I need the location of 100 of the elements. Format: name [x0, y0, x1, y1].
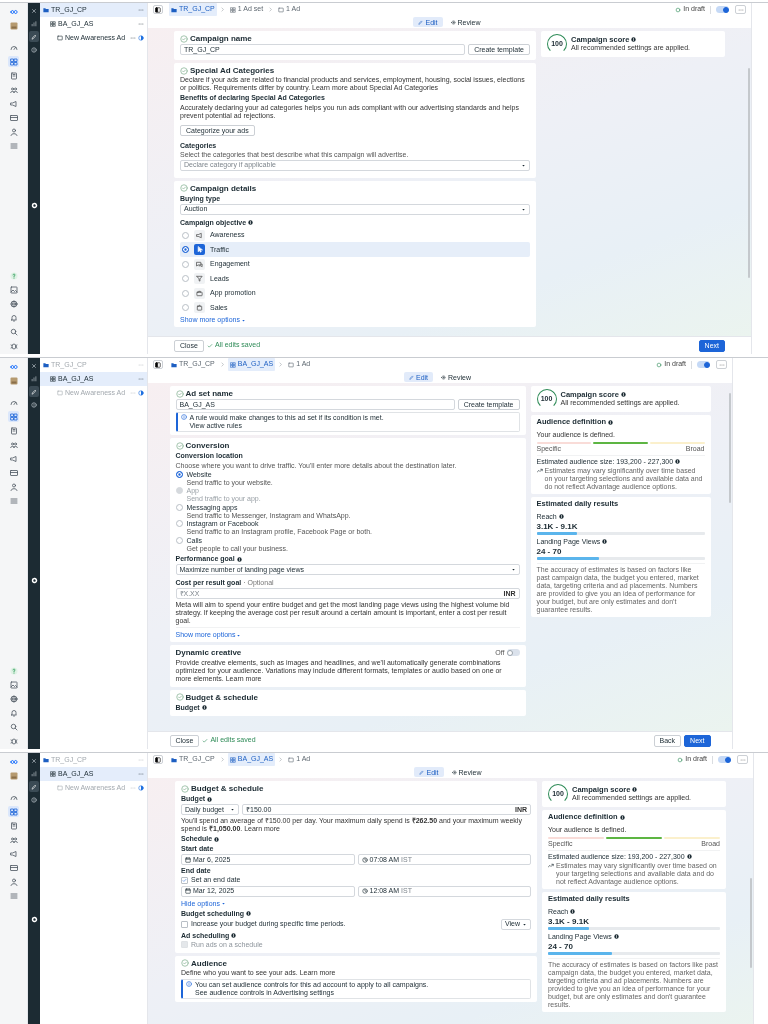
info-icon[interactable] [675, 459, 681, 465]
info-icon[interactable] [570, 909, 576, 915]
bug-icon[interactable] [8, 340, 19, 351]
metric-value: 3.1K - 9.1K [548, 916, 590, 926]
radio-button[interactable] [182, 231, 189, 239]
people-icon[interactable] [8, 439, 19, 450]
bell-icon[interactable] [8, 707, 19, 718]
info-icon[interactable] [214, 836, 220, 842]
scrollbar[interactable] [750, 878, 752, 968]
document-icon[interactable] [8, 425, 19, 436]
card-icon[interactable] [8, 112, 19, 123]
megaphone-icon[interactable] [8, 848, 19, 859]
megaphone-icon[interactable] [8, 453, 19, 464]
info-icon[interactable] [632, 787, 638, 793]
scrollbar[interactable] [729, 393, 731, 503]
pencil-icon[interactable] [29, 386, 39, 397]
metric-value: 24 - 70 [536, 546, 563, 556]
radio-button[interactable] [175, 520, 183, 528]
chevron-icon [268, 7, 274, 12]
card-title: Audience [191, 958, 228, 968]
sidebar-toggle-button[interactable] [153, 755, 163, 764]
alert-icon[interactable] [29, 44, 39, 55]
pencil-icon[interactable] [29, 31, 39, 42]
status-icon [138, 390, 144, 396]
grid-icon[interactable] [8, 806, 19, 817]
sidebar-toggle-button[interactable] [153, 5, 163, 14]
search-icon[interactable] [8, 326, 19, 337]
chart-icon[interactable] [29, 768, 39, 779]
sidebar-toggle-button[interactable] [153, 360, 163, 369]
radio-button[interactable] [175, 536, 183, 544]
radio-button[interactable] [182, 304, 189, 312]
info-icon[interactable] [246, 911, 251, 917]
globe-icon[interactable] [8, 693, 19, 704]
info-icon[interactable] [620, 392, 626, 398]
card-title: Budget & schedule [191, 784, 265, 794]
toggle-switch[interactable] [718, 756, 731, 763]
image-icon[interactable] [8, 284, 19, 295]
pencil-icon [419, 769, 425, 775]
radio-button[interactable] [182, 260, 189, 268]
people-icon[interactable] [8, 84, 19, 95]
megaphone-icon[interactable] [8, 98, 19, 109]
circle-icon [656, 361, 663, 368]
card-icon[interactable] [8, 862, 19, 873]
help-icon[interactable] [8, 270, 19, 281]
funnel-icon [194, 273, 205, 285]
checkbox[interactable] [181, 920, 188, 928]
card-title: Ad set name [185, 389, 235, 399]
grid-icon[interactable] [8, 411, 19, 422]
avatar-icon[interactable] [8, 770, 19, 781]
radio-button[interactable] [182, 275, 189, 283]
gear-icon[interactable] [30, 577, 38, 584]
radio-button[interactable] [182, 246, 189, 254]
help-icon[interactable] [8, 665, 19, 676]
image-icon[interactable] [8, 679, 19, 690]
bug-icon[interactable] [8, 735, 19, 746]
info-icon[interactable] [619, 814, 625, 820]
radio-button[interactable] [175, 503, 183, 511]
info-icon[interactable] [248, 220, 254, 226]
info-icon[interactable] [608, 419, 614, 425]
grid-icon [229, 756, 236, 763]
toggle-switch[interactable] [506, 649, 520, 657]
gear-icon[interactable] [30, 916, 38, 923]
scrollbar[interactable] [748, 68, 750, 278]
info-icon[interactable] [686, 854, 692, 860]
bell-icon[interactable] [8, 312, 19, 323]
caret-down-icon [521, 206, 526, 212]
info-icon[interactable] [602, 539, 608, 545]
search-icon[interactable] [8, 721, 19, 732]
checkbox[interactable] [181, 877, 188, 884]
person-icon[interactable] [8, 481, 19, 492]
info-icon[interactable] [613, 934, 619, 940]
person-icon[interactable] [8, 876, 19, 887]
info-icon[interactable] [201, 705, 207, 711]
circle-icon [675, 6, 682, 13]
grid-icon[interactable] [8, 56, 19, 67]
eye-icon [450, 19, 456, 25]
radio-button[interactable] [182, 289, 189, 297]
document-icon[interactable] [8, 820, 19, 831]
alert-icon[interactable] [29, 794, 39, 805]
person-icon[interactable] [8, 126, 19, 137]
people-icon[interactable] [8, 834, 19, 845]
globe-icon[interactable] [8, 298, 19, 309]
avatar-icon[interactable] [8, 20, 19, 31]
info-icon[interactable] [207, 796, 213, 802]
pencil-icon[interactable] [29, 781, 39, 792]
info-icon[interactable] [631, 37, 637, 43]
info-icon[interactable] [558, 514, 564, 520]
toggle-switch[interactable] [716, 6, 729, 13]
toggle-switch[interactable] [697, 361, 710, 368]
info-icon[interactable] [231, 933, 237, 939]
document-icon[interactable] [8, 70, 19, 81]
alert-icon[interactable] [29, 399, 39, 410]
chart-icon[interactable] [29, 18, 39, 29]
circle-icon [677, 756, 684, 763]
gear-icon[interactable] [30, 202, 38, 209]
chart-icon[interactable] [29, 373, 39, 384]
card-icon[interactable] [8, 467, 19, 478]
info-icon[interactable] [236, 556, 242, 562]
avatar-icon[interactable] [8, 375, 19, 386]
chevron-icon [219, 7, 225, 12]
